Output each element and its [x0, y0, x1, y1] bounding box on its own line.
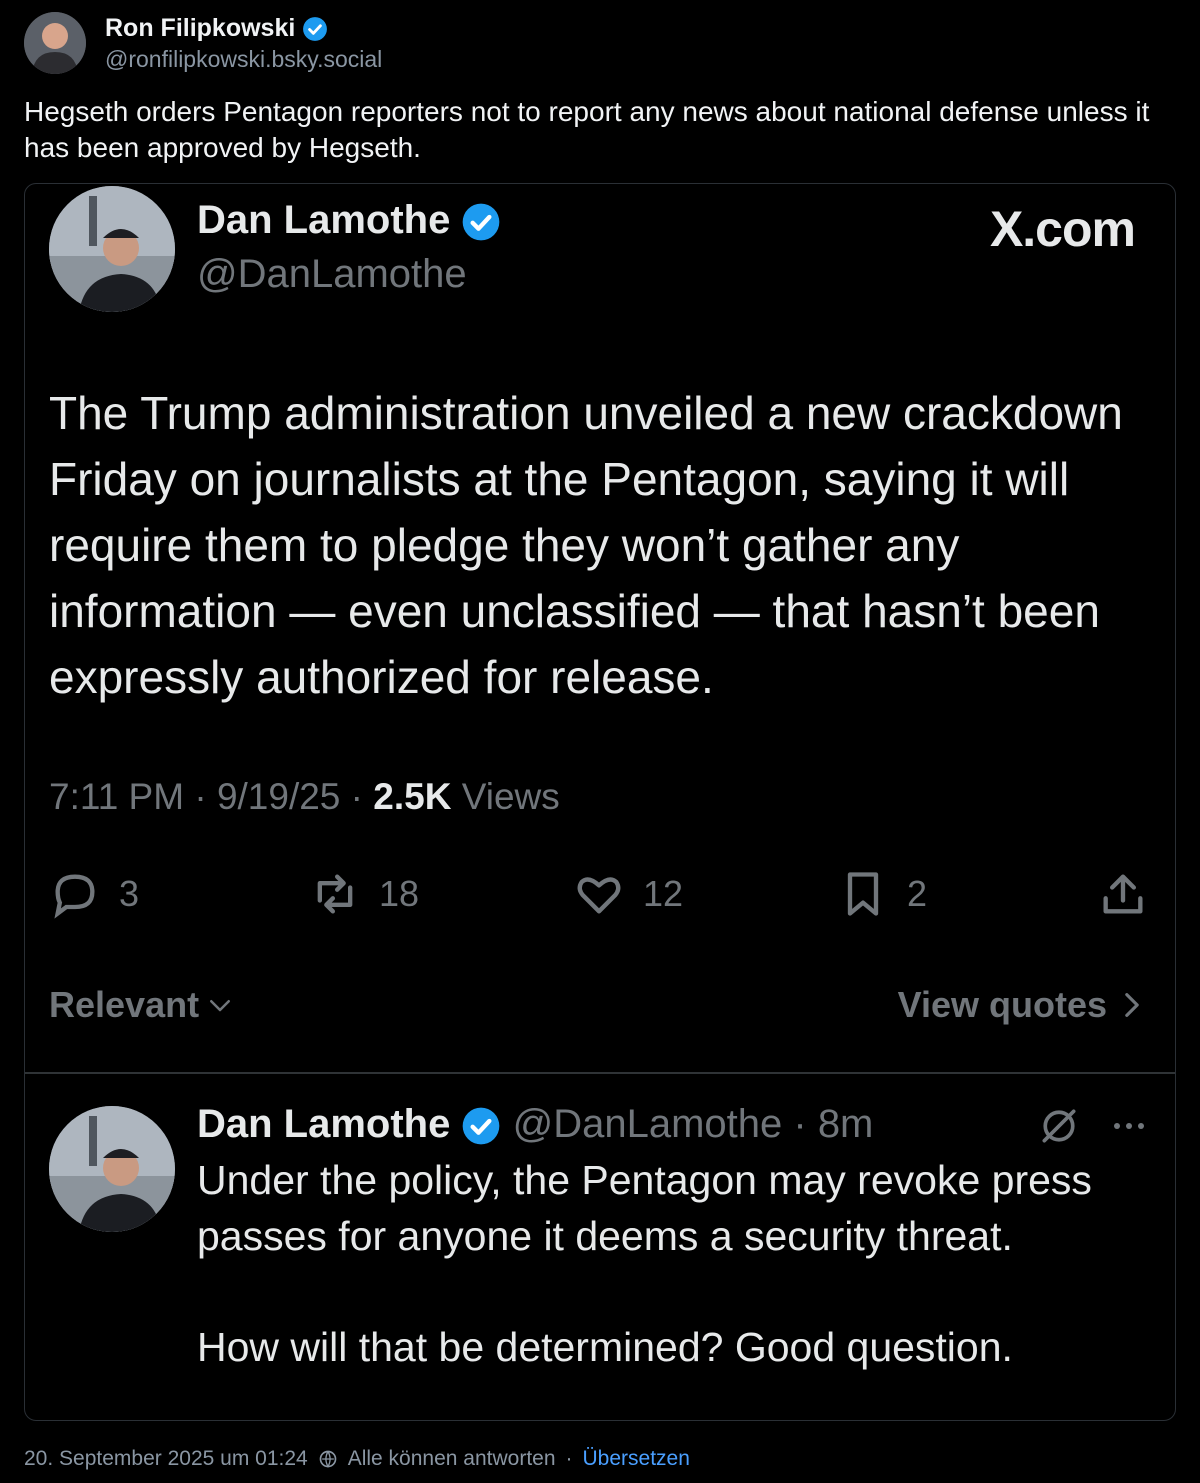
tweet-date: 9/19/25	[216, 776, 341, 817]
share-icon	[1103, 874, 1143, 914]
reply-paragraph-1: Under the policy, the Pentagon may revok…	[197, 1157, 1092, 1259]
post-timestamp[interactable]: 20. September 2025 um 01:24	[24, 1447, 308, 1471]
bookmark-button: 2	[837, 864, 927, 924]
views-label: Views	[461, 776, 560, 817]
like-count: 12	[643, 873, 684, 914]
repost-icon	[317, 874, 353, 914]
reply-paragraph-2: How will that be determined? Good questi…	[197, 1324, 1013, 1370]
sort-dropdown: Relevant	[49, 984, 235, 1026]
reply-setting: Alle können antworten	[347, 1447, 556, 1470]
reply-author-avatar	[49, 1106, 175, 1232]
heart-icon	[577, 877, 621, 914]
separator: ·	[565, 1447, 573, 1470]
globe-reply-icon	[319, 1450, 337, 1468]
embed-author-handle: @DanLamothe	[197, 252, 467, 296]
more-icon	[1114, 1123, 1144, 1129]
view-quotes-link: View quotes	[898, 984, 1145, 1026]
post-footer: 20. September 2025 um 01:24 Alle können …	[24, 1447, 690, 1471]
reply-author-handle: @DanLamothe	[512, 1102, 783, 1146]
tweet-meta: 7:11 PM · 9/19/25 · 2.5K Views	[49, 776, 560, 817]
embed-author-name: Dan Lamothe	[197, 198, 501, 243]
sort-label: Relevant	[49, 984, 200, 1025]
reply-header: Dan Lamothe @DanLamothe · 8m	[197, 1102, 874, 1146]
like-button: 12	[573, 864, 683, 924]
reply-icon	[54, 874, 95, 919]
repost-count: 18	[379, 873, 420, 914]
chevron-down-icon	[210, 1000, 231, 1012]
tweet-text: The Trump administration unveiled a new …	[49, 387, 1123, 703]
author-handle[interactable]: @ronfilipkowski.bsky.social	[105, 46, 382, 73]
reply-author-name: Dan Lamothe	[197, 1102, 451, 1146]
author-avatar[interactable]	[24, 12, 86, 74]
bookmark-count: 2	[907, 873, 928, 914]
translate-link[interactable]: Übersetzen	[583, 1447, 690, 1471]
view-quotes-label: View quotes	[897, 984, 1107, 1025]
source-label: X.com	[989, 201, 1136, 257]
reply-count: 3	[119, 873, 140, 914]
reply-text: Under the policy, the Pentagon may revok…	[197, 1152, 1157, 1375]
views-count: 2.5K	[373, 776, 452, 817]
embed-author-avatar	[49, 186, 175, 312]
bookmark-icon	[847, 872, 879, 916]
share-button	[1097, 864, 1149, 924]
repost-button: 18	[309, 864, 419, 924]
verified-badge-icon	[463, 1108, 500, 1145]
embedded-image[interactable]: Dan Lamothe @DanLamothe X.com The Trump …	[24, 183, 1176, 1421]
reply-age: 8m	[817, 1102, 874, 1146]
verified-badge-icon	[463, 204, 500, 241]
post-text: Hegseth orders Pentagon reporters not to…	[24, 96, 1150, 163]
divider	[25, 1072, 1175, 1074]
grok-icon	[1042, 1109, 1076, 1143]
verified-badge-icon	[303, 17, 328, 42]
chevron-right-icon	[1125, 993, 1139, 1017]
reply-button: 3	[49, 864, 139, 924]
tweet-time: 7:11 PM	[49, 776, 185, 817]
author-name[interactable]: Ron Filipkowski	[105, 14, 328, 43]
